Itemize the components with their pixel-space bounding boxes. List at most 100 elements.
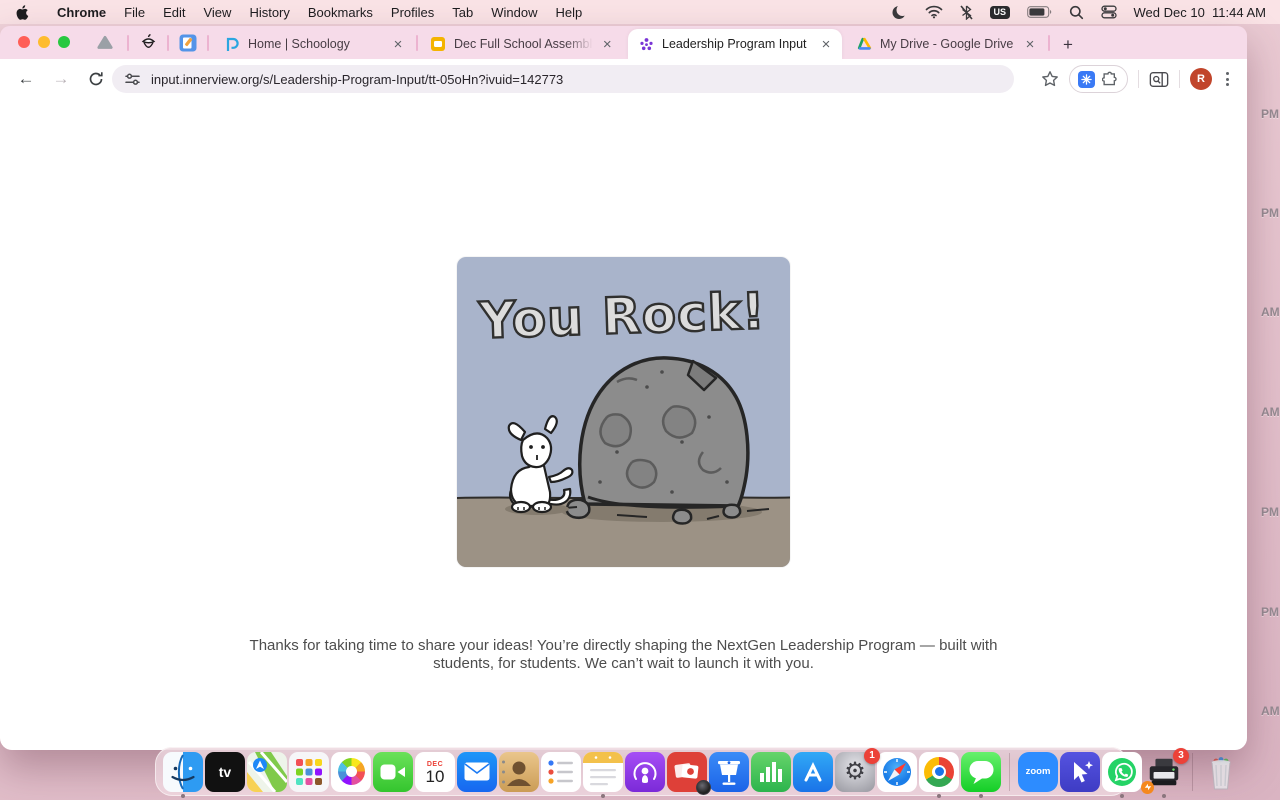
apple-tv-label: tv [219,764,231,780]
powerschool-icon [224,36,240,52]
menu-view[interactable]: View [194,5,240,20]
dock-apple-tv-icon[interactable]: tv [205,752,245,792]
dock-zoom-icon[interactable]: zoom [1018,752,1058,792]
new-tab-button[interactable]: + [1056,33,1080,57]
message-line-2: students, for students. We can’t wait to… [244,655,1004,673]
tab-close-icon[interactable]: × [818,36,834,52]
dock-printer-icon[interactable]: 3 [1144,752,1184,792]
tab-divider [1048,35,1050,51]
widget-time-label: AM [1261,305,1280,319]
page-content: You Rock! [0,99,1247,750]
camera-lens-overlay-icon [696,780,711,795]
dock-calendar-icon[interactable]: DEC 10 [415,752,455,792]
tab-close-icon[interactable]: × [601,36,614,52]
dock-trash-icon[interactable] [1201,752,1241,792]
menu-file[interactable]: File [115,5,154,20]
active-extension-icon[interactable] [1078,71,1095,88]
dock-photos-icon[interactable] [331,752,371,792]
dock-safari-icon[interactable] [877,752,917,792]
menu-window[interactable]: Window [482,5,546,20]
menu-help[interactable]: Help [547,5,592,20]
profile-avatar[interactable]: R [1190,68,1212,90]
forward-button[interactable]: → [47,65,75,93]
chrome-menu-icon[interactable] [1222,68,1233,90]
bookmark-star-icon[interactable] [1041,70,1059,88]
minimize-window-button[interactable] [38,36,50,48]
dock-mail-icon[interactable] [457,752,497,792]
google-drive-icon [856,36,872,52]
dock-whatsapp-icon[interactable] [1102,752,1142,792]
tab-home-schoology[interactable]: Home | Schoology × [214,29,414,59]
input-source-badge[interactable]: US [990,6,1010,19]
bluetooth-off-icon[interactable] [960,5,973,20]
side-panel-search-icon[interactable] [1149,71,1169,88]
spotlight-search-icon[interactable] [1069,5,1084,20]
menu-profiles[interactable]: Profiles [382,5,443,20]
menu-bar-clock[interactable]: Wed Dec 10 11:44 AM [1134,5,1266,20]
tab-divider [167,35,169,51]
menu-tab[interactable]: Tab [443,5,482,20]
url-text[interactable]: input.innerview.org/s/Leadership-Program… [151,72,563,87]
you-rock-title: You Rock! [477,282,766,350]
menu-edit[interactable]: Edit [154,5,194,20]
dock-notes-icon[interactable] [583,752,623,792]
extensions-puzzle-icon[interactable] [1102,71,1119,88]
control-center-icon[interactable] [1101,5,1117,19]
dock-chrome-icon[interactable] [919,752,959,792]
toolbar-divider [1179,70,1180,88]
battery-icon[interactable] [1027,6,1052,18]
dock-divider [1009,753,1010,791]
dock-app-store-icon[interactable] [793,752,833,792]
extensions-pill [1069,65,1128,93]
dock-podcasts-icon[interactable] [625,752,665,792]
zoom-label: zoom [1026,766,1051,777]
pinned-tab-acorn-icon[interactable] [137,32,159,54]
widget-time-label: PM [1261,505,1279,519]
widget-time-label: AM [1261,704,1280,718]
printer-utility-overlay-icon [1141,781,1154,794]
do-not-disturb-moon-icon[interactable] [891,4,908,21]
dock-numbers-icon[interactable] [751,752,791,792]
tab-leadership-program-input[interactable]: Leadership Program Input × [628,29,842,59]
dock-photo-booth-icon[interactable] [667,752,707,792]
thank-you-message: Thanks for taking time to share your ide… [244,637,1004,673]
tab-slides-assembly[interactable]: Dec Full School Assembly - G × [420,29,622,59]
apple-menu-icon[interactable] [16,5,30,20]
chrome-window: Home | Schoology × Dec Full School Assem… [0,26,1247,750]
wifi-icon[interactable] [925,5,943,19]
dock-keynote-icon[interactable] [709,752,749,792]
dock-contacts-icon[interactable] [499,752,539,792]
dock-maps-icon[interactable] [247,752,287,792]
reload-button[interactable] [82,65,110,93]
dock-facetime-icon[interactable] [373,752,413,792]
tab-strip: Home | Schoology × Dec Full School Assem… [0,26,1247,59]
calendar-day-label: 10 [426,768,445,786]
dock-divider [1192,753,1193,791]
tab-close-icon[interactable]: × [390,36,406,52]
menu-bar: Chrome File Edit View History Bookmarks … [0,0,1280,24]
toolbar-divider [1138,70,1139,88]
you-rock-card-image: You Rock! [457,257,790,567]
dock-messages-icon[interactable] [961,752,1001,792]
dock-launchpad-icon[interactable] [289,752,329,792]
dock-finder-icon[interactable] [163,752,203,792]
site-settings-icon[interactable] [124,72,141,87]
menu-app-name[interactable]: Chrome [48,5,115,20]
settings-notification-badge: 1 [864,748,880,764]
close-window-button[interactable] [18,36,30,48]
zoom-window-button[interactable] [58,36,70,48]
pinned-tab-document-icon[interactable] [177,32,199,54]
dock-cursor-app-icon[interactable] [1060,752,1100,792]
dock-system-settings-icon[interactable]: ⚙ 1 [835,752,875,792]
pinned-tab-gray-triangle[interactable] [94,32,116,54]
browser-toolbar: ← → input.innerview.org/s/Leadership-Pro… [0,59,1247,99]
gear-glyph: ⚙ [844,757,866,786]
back-button[interactable]: ← [12,65,40,93]
menu-history[interactable]: History [240,5,298,20]
address-bar[interactable]: input.innerview.org/s/Leadership-Program… [112,65,1014,93]
tab-close-icon[interactable]: × [1022,36,1038,52]
menu-bookmarks[interactable]: Bookmarks [299,5,382,20]
tab-google-drive[interactable]: My Drive - Google Drive × [846,29,1046,59]
message-line-1: Thanks for taking time to share your ide… [244,637,1004,655]
dock-reminders-icon[interactable] [541,752,581,792]
